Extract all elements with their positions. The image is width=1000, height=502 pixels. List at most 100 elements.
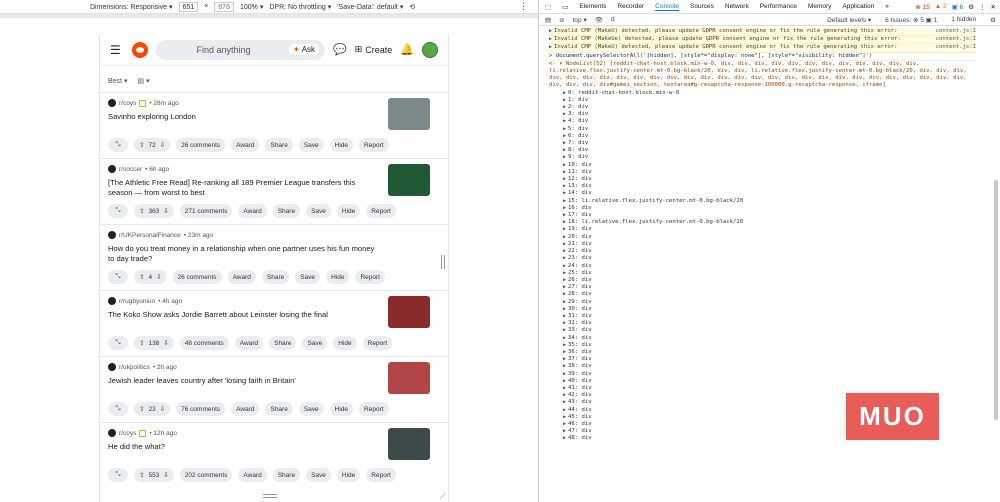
subreddit-name[interactable]: r/soccer	[119, 166, 142, 173]
share-button[interactable]: Share	[261, 270, 290, 284]
bell-icon[interactable]: 🔔	[400, 43, 414, 56]
upvote-icon[interactable]: ⇧	[139, 141, 144, 149]
expand-triangle-icon[interactable]: ▶	[563, 219, 566, 225]
post-title[interactable]: Jewish leader leaves country after 'losi…	[108, 376, 376, 386]
nodelist-item[interactable]: ▶ 25: div	[549, 270, 976, 277]
nodelist-item[interactable]: ▶ 31: div	[549, 313, 976, 320]
nodelist-item[interactable]: ▶ 23: div	[549, 255, 976, 262]
expand-triangle-icon[interactable]: ▶	[563, 421, 566, 427]
share-button[interactable]: Share	[272, 468, 301, 482]
expand-triangle-icon[interactable]: ▶	[563, 169, 566, 175]
eye-icon[interactable]: 👁	[595, 16, 603, 24]
expand-triangle-icon[interactable]: ▶	[563, 183, 566, 189]
post-card[interactable]: r/coys • 12h ago He did the what? ⤡ ⇧ 553 ⇩ 202…	[100, 422, 448, 488]
sidebar-icon[interactable]: ▤	[545, 16, 551, 24]
nodelist-result[interactable]: <· ▾ NodeList(52) [reddit-chat-host.bloc…	[549, 61, 976, 90]
hide-button[interactable]: Hide	[329, 402, 354, 416]
report-button[interactable]: Report	[366, 204, 396, 218]
award-button[interactable]: Award	[231, 138, 260, 152]
comments-button[interactable]: 271 comments	[179, 204, 233, 218]
expand-triangle-icon[interactable]: ▶	[563, 320, 566, 326]
nodelist-item[interactable]: ▶ 11: div	[549, 169, 976, 176]
console-warning[interactable]: ▶ Invalid CMP (MakeU) detected, please up…	[549, 28, 976, 37]
ask-button[interactable]: ✦ Ask	[288, 44, 320, 55]
sort-dropdown[interactable]: Best ▾	[108, 77, 127, 85]
nodelist-item[interactable]: ▶ 9: div	[549, 154, 976, 161]
post-card[interactable]: r/soccer • 6h ago [The Athletic Free Read]…	[100, 158, 448, 224]
expand-triangle-icon[interactable]: ▶	[563, 255, 566, 261]
expand-triangle-icon[interactable]: ▶	[563, 356, 566, 362]
expand-triangle-icon[interactable]: ▶	[563, 335, 566, 341]
console-scrollbar[interactable]	[994, 180, 998, 420]
nodelist-item[interactable]: ▶ 33: div	[549, 327, 976, 334]
expand-button[interactable]: ⤡	[108, 468, 128, 482]
close-icon[interactable]: ✕	[991, 3, 996, 11]
nodelist-item[interactable]: ▶ 1: div	[549, 97, 976, 104]
share-button[interactable]: Share	[272, 204, 301, 218]
view-dropdown[interactable]: ▤ ▾	[137, 77, 149, 85]
issues-summary[interactable]: 6 Issues: ⊗ 5 ▣ 1	[885, 16, 937, 24]
chat-icon[interactable]: 💬	[333, 43, 347, 56]
report-button[interactable]: Report	[366, 468, 396, 482]
nodelist-item[interactable]: ▶ 7: div	[549, 140, 976, 147]
expand-button[interactable]: ⤡	[108, 402, 128, 416]
expand-triangle-icon[interactable]: ▶	[563, 327, 566, 333]
tab-console[interactable]: Console	[655, 3, 680, 11]
hide-button[interactable]: Hide	[336, 468, 361, 482]
expand-triangle-icon[interactable]: ▶	[563, 190, 566, 196]
comments-button[interactable]: 26 comments	[176, 138, 226, 152]
expand-triangle-icon[interactable]: ▶	[563, 428, 566, 434]
award-button[interactable]: Award	[234, 336, 264, 350]
hide-button[interactable]: Hide	[336, 204, 361, 218]
expand-triangle-icon[interactable]: ▶	[563, 97, 566, 103]
tab-sources[interactable]: Sources	[690, 3, 714, 11]
nodelist-item[interactable]: ▶ 40: div	[549, 378, 976, 385]
nodelist-item[interactable]: ▶ 2: div	[549, 104, 976, 111]
nodelist-item[interactable]: ▶ 36: div	[549, 349, 976, 356]
rotate-icon[interactable]: ⟲	[409, 3, 415, 11]
downvote-icon[interactable]: ⇩	[163, 471, 168, 479]
gear-icon[interactable]: ⚙	[968, 3, 974, 11]
dpr-dropdown[interactable]: DPR: No throttling ▾	[269, 3, 331, 11]
upvote-icon[interactable]: ⇧	[139, 273, 144, 281]
post-thumbnail[interactable]	[388, 362, 430, 394]
expand-triangle-icon[interactable]: ▶	[563, 342, 566, 348]
tab-recorder[interactable]: Recorder	[617, 3, 644, 11]
nodelist-item[interactable]: ▶ 32: div	[549, 320, 976, 327]
share-button[interactable]: Share	[265, 402, 293, 416]
report-button[interactable]: Report	[359, 138, 389, 152]
search-bar[interactable]: Find anything ✦ Ask	[156, 39, 326, 60]
nodelist-item[interactable]: ▶ 16: div	[549, 205, 976, 212]
subreddit-name[interactable]: r/coys	[119, 430, 136, 437]
error-count[interactable]: ⊗ 15	[915, 3, 929, 11]
subreddit-name[interactable]: r/ukpolitics	[119, 364, 150, 371]
dimensions-dropdown[interactable]: Dimensions: Responsive ▾	[90, 3, 173, 11]
expand-triangle-icon[interactable]: ▶	[563, 291, 566, 297]
nodelist-item[interactable]: ▶ 12: div	[549, 176, 976, 183]
nodelist-item[interactable]: ▶ 34: div	[549, 335, 976, 342]
nodelist-item[interactable]: ▶ 0: reddit-chat-host.block.min-w-0	[549, 90, 976, 97]
nodelist-item[interactable]: ▶ 37: div	[549, 356, 976, 363]
downvote-icon[interactable]: ⇩	[160, 405, 165, 413]
save-button[interactable]: Save	[298, 402, 324, 416]
filter-input[interactable]: d	[611, 16, 615, 23]
save-button[interactable]: Save	[298, 138, 324, 152]
post-thumbnail[interactable]	[388, 296, 430, 328]
expand-triangle-icon[interactable]: ▶	[563, 126, 566, 132]
comments-button[interactable]: 76 comments	[176, 402, 226, 416]
expand-triangle-icon[interactable]: ▶	[563, 399, 566, 405]
expand-triangle-icon[interactable]: ▶	[563, 270, 566, 276]
share-button[interactable]: Share	[269, 336, 297, 350]
nodelist-item[interactable]: ▶ 4: div	[549, 118, 976, 125]
expand-triangle-icon[interactable]: ▶	[563, 414, 566, 420]
nodelist-item[interactable]: ▶ 29: div	[549, 299, 976, 306]
resize-handle-corner[interactable]: ⟋	[440, 492, 446, 502]
expand-triangle-icon[interactable]: ▶	[563, 226, 566, 232]
downvote-icon[interactable]: ⇩	[163, 207, 168, 215]
post-card[interactable]: r/UKPersonalFinance • 23m ago How do you t…	[100, 224, 448, 290]
post-title[interactable]: He did the what?	[108, 442, 376, 452]
nodelist-item[interactable]: ▶ 20: div	[549, 234, 976, 241]
nodelist-item[interactable]: ▶ 17: div	[549, 212, 976, 219]
award-button[interactable]: Award	[227, 270, 256, 284]
expand-triangle-icon[interactable]: ▶	[563, 363, 566, 369]
